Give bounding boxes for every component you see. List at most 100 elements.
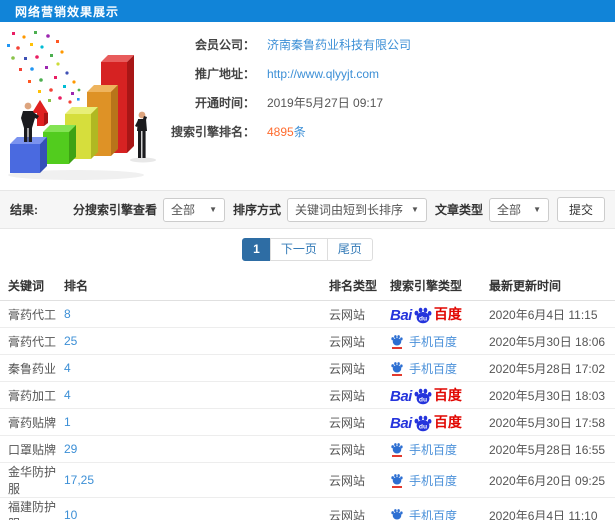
info-row-url: 推广地址： http://www.qlyyjt.com	[160, 59, 411, 88]
baidu-mobile-icon: du	[390, 361, 404, 376]
keyword-cell: 口罩贴牌	[0, 435, 64, 463]
engine-type-cell: du 手机百度	[390, 497, 489, 520]
update-time-cell: 2020年6月4日 11:15	[489, 300, 615, 328]
growth-chart-illustration	[7, 31, 156, 180]
company-label: 会员公司：	[194, 38, 255, 52]
rank-cell: 17,25	[64, 462, 329, 498]
rank-cell: 4	[64, 381, 329, 409]
article-type-select[interactable]: 全部 ▼	[488, 197, 549, 222]
keyword-cell: 福建防护服	[0, 497, 64, 520]
next-page-button[interactable]: 下一页	[269, 238, 328, 261]
rank-count-number: 4895	[267, 125, 294, 139]
rank-link[interactable]: 4	[64, 388, 71, 402]
sort-value: 关键词由短到长排序	[295, 203, 404, 217]
baidu-mobile-underline	[392, 373, 402, 376]
baidu-logo-cn-text: 百度	[433, 387, 462, 403]
baidu-mobile-badge: du 手机百度	[390, 360, 457, 377]
engine-type-cell: du 手机百度	[390, 462, 489, 498]
col-header-keyword: 关键词	[0, 270, 64, 301]
engine-type-cell: du 手机百度	[390, 327, 489, 355]
rank-link[interactable]: 1	[64, 415, 71, 429]
engine-filter-select[interactable]: 全部 ▼	[163, 197, 226, 222]
baidu-mobile-badge: du 手机百度	[390, 333, 457, 350]
baidu-logo-bai-text: Bai	[390, 388, 412, 405]
rank-cell: 8	[64, 300, 329, 328]
keyword-cell: 膏药贴牌	[0, 408, 64, 436]
baidu-mobile-icon: du	[390, 442, 404, 457]
rank-link[interactable]: 8	[64, 307, 71, 321]
table-row: 膏药加工 4 云网站 Bai du 百度 2020年5月30日 18:03	[0, 381, 615, 409]
table-body: 膏药代工 8 云网站 Bai du 百度 2020年6月4日 11:15 膏药代工 …	[0, 300, 615, 520]
baidu-mobile-underline	[392, 346, 402, 349]
table-row: 膏药贴牌 1 云网站 Bai du 百度 2020年5月30日 17:58	[0, 408, 615, 436]
rank-link[interactable]: 29	[64, 442, 77, 456]
rank-link[interactable]: 17,25	[64, 473, 94, 487]
svg-text:du: du	[419, 315, 427, 322]
promo-url-label: 推广地址：	[194, 67, 255, 81]
open-time-value: 2019年5月27日 09:17	[267, 96, 384, 110]
update-time-cell: 2020年5月28日 16:55	[489, 435, 615, 463]
svg-text:du: du	[419, 396, 427, 403]
promo-url-link[interactable]: http://www.qlyyjt.com	[267, 67, 379, 81]
col-header-rank: 排名	[64, 270, 329, 301]
article-type-value: 全部	[496, 203, 521, 217]
engine-filter-value: 全部	[171, 203, 196, 217]
table-row: 膏药代工 25 云网站 du 手机百度 2020年5月30日 18:06	[0, 327, 615, 355]
info-row-open-time: 开通时间： 2019年5月27日 09:17	[160, 88, 411, 117]
keyword-cell: 膏药加工	[0, 381, 64, 409]
page-1-button[interactable]: 1	[242, 238, 271, 261]
info-row-company: 会员公司： 济南秦鲁药业科技有限公司	[160, 30, 411, 59]
rank-cell: 1	[64, 408, 329, 436]
baidu-paw-icon: du	[414, 388, 432, 405]
sort-label: 排序方式	[233, 203, 282, 217]
engine-filter-label: 分搜索引擎查看	[73, 203, 158, 217]
results-table: 关键词 排名 排名类型 搜索引擎类型 最新更新时间 膏药代工 8 云网站 Bai…	[0, 270, 615, 520]
rank-cell: 29	[64, 435, 329, 463]
baidu-mobile-label: 手机百度	[409, 361, 458, 376]
baidu-mobile-label: 手机百度	[409, 442, 458, 457]
titlebar: 网络营销效果展示	[0, 0, 615, 22]
rank-link[interactable]: 25	[64, 334, 77, 348]
page-title: 网络营销效果展示	[15, 4, 120, 19]
rank-type-cell: 云网站	[329, 354, 390, 382]
baidu-paw-icon: du	[391, 442, 403, 453]
update-time-cell: 2020年6月20日 09:25	[489, 462, 615, 498]
company-link[interactable]: 济南秦鲁药业科技有限公司	[267, 36, 411, 53]
keyword-cell: 金华防护服	[0, 462, 64, 498]
info-row-rank-count: 搜索引擎排名： 4895条	[160, 117, 411, 146]
baidu-mobile-icon: du	[390, 473, 404, 488]
rank-type-cell: 云网站	[329, 497, 390, 520]
confetti-dots	[7, 31, 81, 104]
bar-green	[43, 125, 76, 164]
pagination-area: 1 下一页 尾页	[0, 229, 615, 270]
chevron-down-icon: ▼	[533, 205, 541, 214]
table-row: 福建防护服 10 云网站 du 手机百度 2020年6月4日 11:10	[0, 497, 615, 520]
rank-type-cell: 云网站	[329, 408, 390, 436]
engine-type-cell: Bai du 百度	[390, 408, 489, 436]
baidu-logo-bai-text: Bai	[390, 307, 412, 324]
baidu-paw-icon: du	[391, 508, 403, 519]
update-time-cell: 2020年6月4日 11:10	[489, 497, 615, 520]
update-time-cell: 2020年5月28日 17:02	[489, 354, 615, 382]
col-header-engine-type: 搜索引擎类型	[390, 270, 489, 301]
table-row: 口罩贴牌 29 云网站 du 手机百度 2020年5月28日 16:55	[0, 435, 615, 463]
bar-blue	[10, 137, 47, 173]
table-row: 秦鲁药业 4 云网站 du 手机百度 2020年5月28日 17:02	[0, 354, 615, 382]
update-time-cell: 2020年5月30日 18:03	[489, 381, 615, 409]
baidu-logo-cn-text: 百度	[433, 306, 462, 322]
article-type-label: 文章类型	[434, 203, 483, 217]
submit-button[interactable]: 提交	[556, 197, 605, 222]
rank-type-cell: 云网站	[329, 300, 390, 328]
engine-type-cell: du 手机百度	[390, 435, 489, 463]
last-page-button[interactable]: 尾页	[326, 238, 373, 261]
sort-select[interactable]: 关键词由短到长排序 ▼	[287, 197, 427, 222]
table-header-row: 关键词 排名 排名类型 搜索引擎类型 最新更新时间	[0, 270, 615, 301]
chevron-down-icon: ▼	[411, 205, 419, 214]
rank-link[interactable]: 4	[64, 361, 71, 375]
rank-type-cell: 云网站	[329, 327, 390, 355]
col-header-update-time: 最新更新时间	[489, 270, 615, 301]
rank-link[interactable]: 10	[64, 508, 77, 520]
figure-shadow	[130, 157, 156, 163]
rank-count-label: 搜索引擎排名：	[170, 125, 255, 139]
keyword-cell: 秦鲁药业	[0, 354, 64, 382]
